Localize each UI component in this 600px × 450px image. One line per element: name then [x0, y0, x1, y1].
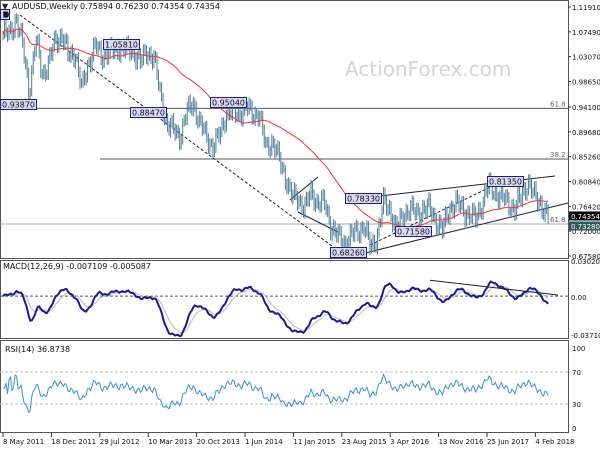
x-tick-label: 4 Feb 2018 [535, 438, 574, 446]
price-bars [2, 13, 549, 256]
macd-title: MACD(12,26,9) -0.007109 -0.005087 [3, 262, 151, 271]
x-tick-label: 23 Aug 2015 [342, 438, 387, 446]
x-tick-label: 20 Oct 2013 [197, 438, 240, 446]
fib-label: 61.8 [550, 216, 566, 224]
x-tick-label: 10 Mar 2013 [148, 438, 192, 446]
x-tick-label: 3 Apr 2016 [390, 438, 429, 446]
price-label: 0.95040 [212, 99, 245, 108]
x-axis: 8 May 2011 18 Dec 2011 29 Jul 2012 10 Mar 2… [2, 433, 575, 446]
macd-panel [0, 260, 569, 339]
y-tick-label: 1.03070 [572, 54, 600, 62]
watermark: ActionForex.com [345, 57, 511, 81]
y-tick-label: 0.80840 [572, 179, 600, 187]
macd-tick-label: 0.030205 [571, 258, 600, 266]
y-tick-label: 1.11910 [572, 4, 600, 12]
chart-menu-icon[interactable]: ▼ [2, 2, 9, 11]
price-label: 0.81350 [489, 178, 522, 187]
x-tick-label: 13 Nov 2016 [439, 438, 484, 446]
x-tick-label: 1 Jun 2014 [245, 438, 283, 446]
price-tag-label: 0.73280 [571, 223, 600, 231]
price-label: 0.71580 [397, 228, 430, 237]
rsi-tick-label: 70 [572, 369, 581, 377]
macd-tick-label: 0.00 [571, 294, 587, 302]
fib-label: 38.2 [550, 151, 566, 159]
rsi-tick-label: 30 [572, 401, 581, 409]
price-label: 0.78330 [347, 195, 380, 204]
symbol-label: AUDUSD,Weekly [12, 2, 78, 11]
fib-label: 61.8 [550, 100, 566, 108]
rsi-lines [0, 371, 568, 414]
y-tick-label: 0.85260 [572, 154, 600, 162]
x-tick-label: 8 May 2011 [3, 438, 44, 446]
y-tick-label: 0.89680 [572, 129, 600, 137]
rsi-tick-label: 0 [572, 425, 576, 433]
y-tick-label: 1.07490 [572, 29, 600, 37]
price-label: 1.10800 [2, 11, 9, 20]
rsi-tick-label: 100 [572, 345, 585, 353]
price-label: 1.05810 [105, 41, 138, 50]
price-label: 0.93870 [2, 101, 35, 110]
rsi-panel [0, 340, 569, 433]
x-tick-label: 25 Jun 2017 [487, 438, 529, 446]
x-tick-label: 29 Jul 2012 [100, 438, 140, 446]
y-tick-label: 0.94100 [572, 104, 600, 112]
ohlc-readout: 0.75894 0.76230 0.74354 0.74354 [80, 2, 220, 11]
trend-lines [19, 14, 569, 254]
y-tick-label: 0.76420 [572, 203, 600, 211]
macd-lines [0, 279, 568, 338]
price-tag-label: 0.74354 [571, 213, 600, 221]
y-tick-label: 0.98650 [572, 78, 600, 86]
price-tags: 0.74354 0.73280 [569, 211, 600, 231]
rsi-line [3, 373, 549, 414]
x-tick-label: 18 Dec 2011 [51, 438, 96, 446]
macd-tick-label: -0.037103 [571, 332, 600, 340]
x-tick-label: 11 Jan 2015 [293, 438, 335, 446]
macd-line [2, 280, 549, 338]
price-label: 0.88470 [132, 109, 165, 118]
price-label: 0.68260 [332, 249, 365, 258]
rsi-title: RSI(14) 36.8738 [5, 345, 70, 354]
price-chart: ActionForex.com 61.8 38.2 61.8 1.10800 0.93… [0, 0, 600, 446]
